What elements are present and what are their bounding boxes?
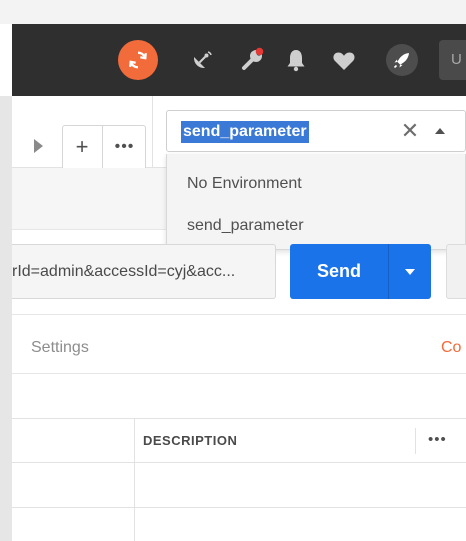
new-tab-button[interactable]: +: [62, 125, 102, 168]
window-top-strip: [0, 0, 466, 24]
params-table-column-divider: [134, 419, 135, 541]
caret-right-icon: [34, 139, 43, 153]
notification-dot: [255, 47, 264, 56]
settings-button[interactable]: [240, 46, 266, 72]
chevron-down-icon: [405, 268, 415, 275]
favorites-button[interactable]: [331, 48, 357, 74]
dropdown-option-no-environment[interactable]: No Environment: [167, 163, 465, 205]
request-url-input[interactable]: rId=admin&accessId=cyj&acc...: [12, 244, 276, 299]
environment-selected-value[interactable]: send_parameter: [181, 121, 309, 143]
save-button[interactable]: [446, 244, 466, 299]
tab-bar-divider: [152, 96, 153, 168]
table-row: [12, 462, 466, 463]
sync-button[interactable]: [118, 40, 158, 80]
divider: [12, 314, 466, 315]
satellite-icon: [193, 51, 212, 69]
sidebar-edge: [0, 96, 12, 541]
table-options-button[interactable]: •••: [428, 430, 458, 450]
params-table-top-border: [12, 418, 466, 419]
tab-settings[interactable]: Settings: [31, 336, 89, 360]
notifications-button[interactable]: [283, 47, 309, 73]
tab-options-button[interactable]: •••: [103, 125, 146, 168]
dropdown-option-send-parameter[interactable]: send_parameter: [167, 205, 465, 247]
divider: [12, 373, 466, 374]
heart-icon: [333, 52, 355, 70]
rocket-button[interactable]: [386, 44, 418, 76]
clear-icon[interactable]: ✕: [399, 119, 421, 143]
rocket-icon: [393, 53, 409, 69]
satellite-button[interactable]: [189, 47, 215, 73]
table-row: [12, 507, 466, 508]
upgrade-button[interactable]: U: [439, 40, 466, 80]
bell-icon: [287, 50, 305, 72]
wrench-icon: [242, 47, 264, 70]
send-button[interactable]: Send: [290, 244, 388, 299]
caret-up-icon[interactable]: [434, 126, 446, 136]
cookies-link[interactable]: Co: [441, 336, 461, 360]
scroll-tabs-button[interactable]: [30, 138, 46, 154]
sync-icon: [129, 51, 147, 69]
params-table-column-divider: [415, 428, 416, 454]
description-column-header: DESCRIPTION: [143, 433, 238, 448]
send-options-button[interactable]: [389, 244, 431, 299]
